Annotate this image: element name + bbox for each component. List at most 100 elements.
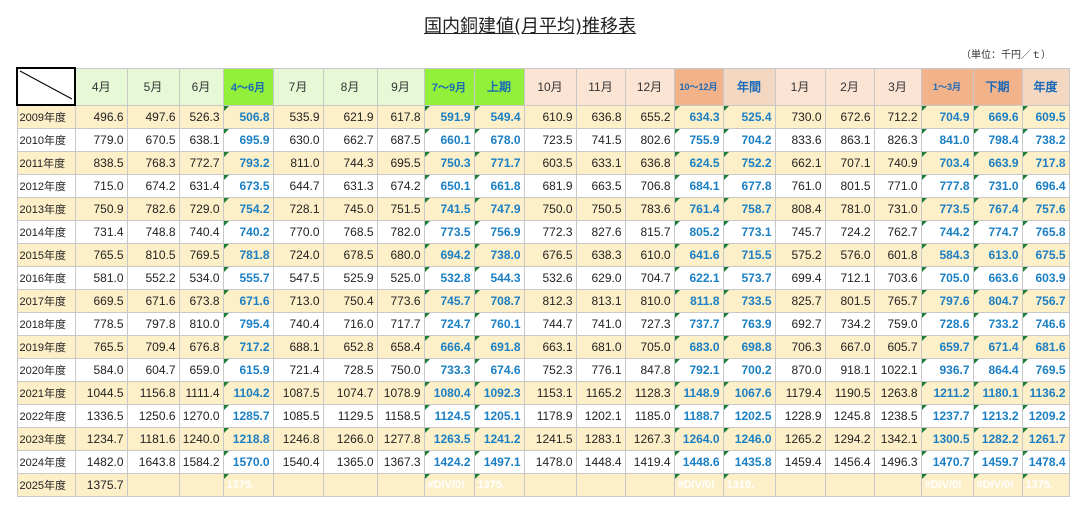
table-cell: 610.9: [523, 104, 577, 129]
column-header: 4～6月: [222, 67, 274, 106]
table-cell: [272, 473, 324, 497]
table-cell: [824, 473, 875, 497]
table-cell: 631.3: [322, 174, 378, 198]
table-cell: 745.7: [774, 220, 826, 244]
table-cell: 650.1: [423, 174, 475, 198]
table-cell: 765.5: [74, 243, 128, 267]
table-cell: 737.7: [673, 312, 724, 336]
table-cell: 1270.0: [178, 404, 224, 428]
table-cell: 688.1: [272, 335, 324, 359]
table-cell: 678.0: [473, 128, 525, 152]
table-cell: 1263.5: [423, 427, 475, 451]
table-cell: 1245.8: [824, 404, 875, 428]
table-cell: 506.8: [222, 104, 274, 129]
table-cell: [178, 473, 224, 497]
table-cell: 746.6: [1021, 312, 1070, 336]
table-cell: 671.6: [126, 289, 180, 313]
table-cell: 631.4: [178, 174, 224, 198]
table-cell: 1250.6: [126, 404, 180, 428]
table-cell: 1424.2: [423, 450, 475, 474]
table-cell: 730.0: [774, 104, 826, 129]
table-cell: 740.4: [178, 220, 224, 244]
table-cell: 547.5: [272, 266, 324, 290]
table-cell: 1211.2: [920, 381, 974, 405]
table-cell: 644.7: [272, 174, 324, 198]
table-cell: 777.8: [920, 174, 974, 198]
table-cell: 581.0: [74, 266, 128, 290]
row-year-label: 2020年度: [16, 358, 76, 382]
table-cell: 1165.2: [575, 381, 626, 405]
table-cell: 1228.9: [774, 404, 826, 428]
table-cell: 740.4: [272, 312, 324, 336]
table-cell: 1111.4: [178, 381, 224, 405]
table-cell: 756.9: [473, 220, 525, 244]
table-cell: 613.0: [972, 243, 1023, 267]
table-cell: 773.5: [920, 197, 974, 221]
table-cell: #DIV/0!: [423, 473, 475, 497]
table-cell: 1277.8: [376, 427, 425, 451]
table-row: 2022年度 1336.5 1250.6 1270.0 1285.7 1085.5 1129…: [16, 404, 1070, 428]
table-cell: 636.8: [575, 104, 626, 129]
table-cell: 733.2: [972, 312, 1023, 336]
table-cell: 797.6: [920, 289, 974, 313]
table-cell: 797.8: [126, 312, 180, 336]
column-header: 1～3月: [920, 67, 974, 106]
table-cell: 610.0: [624, 243, 675, 267]
table-cell: 769.5: [1021, 358, 1070, 382]
table-cell: 601.8: [873, 243, 922, 267]
table-cell: 1209.2: [1021, 404, 1070, 428]
table-cell: 695.9: [222, 128, 274, 152]
table-cell: 709.4: [126, 335, 180, 359]
table-cell: 778.5: [74, 312, 128, 336]
table-cell: 575.2: [774, 243, 826, 267]
table-row: 2025年度 1375.7 1375. #DIV/0! 1375. #DIV/0! 1319…: [16, 473, 1070, 497]
table-cell: 674.2: [376, 174, 425, 198]
table-cell: 1246.0: [722, 427, 776, 451]
table-cell: 496.6: [74, 104, 128, 129]
table-cell: 770.0: [272, 220, 324, 244]
table-cell: 748.8: [126, 220, 180, 244]
table-cell: 863.1: [824, 128, 875, 152]
table-cell: 659.7: [920, 335, 974, 359]
table-cell: 1148.9: [673, 381, 724, 405]
table-row: 2012年度 715.0 674.2 631.4 673.5 644.7 631.3 674.…: [16, 174, 1070, 198]
table-cell: 756.7: [1021, 289, 1070, 313]
table-cell: 793.2: [222, 151, 274, 175]
table-cell: 704.9: [920, 104, 974, 129]
table-cell: 659.0: [178, 358, 224, 382]
table-cell: 801.5: [824, 289, 875, 313]
table-cell: 1218.8: [222, 427, 274, 451]
table-cell: 768.3: [126, 151, 180, 175]
table-cell: #DIV/0!: [920, 473, 974, 497]
table-cell: 776.1: [575, 358, 626, 382]
table-cell: 1246.8: [272, 427, 324, 451]
table-cell: 729.0: [178, 197, 224, 221]
table-cell: 694.2: [423, 243, 475, 267]
column-header: 10月: [523, 67, 577, 106]
table-cell: [575, 473, 626, 497]
table-cell: 669.5: [74, 289, 128, 313]
table-cell: 535.9: [272, 104, 324, 129]
table-cell: 677.8: [722, 174, 776, 198]
table-cell: 1263.8: [873, 381, 922, 405]
table-cell: 700.2: [722, 358, 776, 382]
table-cell: 638.3: [575, 243, 626, 267]
table-cell: 733.3: [423, 358, 475, 382]
table-cell: 815.7: [624, 220, 675, 244]
table-cell: 782.6: [126, 197, 180, 221]
column-header: 7～9月: [423, 67, 475, 106]
table-cell: 1153.1: [523, 381, 577, 405]
table-cell: 634.3: [673, 104, 724, 129]
table-cell: 712.2: [873, 104, 922, 129]
table-cell: 1078.9: [376, 381, 425, 405]
table-cell: 740.2: [222, 220, 274, 244]
table-cell: 1300.5: [920, 427, 974, 451]
table-cell: 629.0: [575, 266, 626, 290]
table-cell: 841.0: [920, 128, 974, 152]
table-cell: 1365.0: [322, 450, 378, 474]
table-cell: 773.1: [722, 220, 776, 244]
table-cell: 676.8: [178, 335, 224, 359]
table-cell: 728.6: [920, 312, 974, 336]
table-cell: 1074.7: [322, 381, 378, 405]
table-cell: 683.0: [673, 335, 724, 359]
